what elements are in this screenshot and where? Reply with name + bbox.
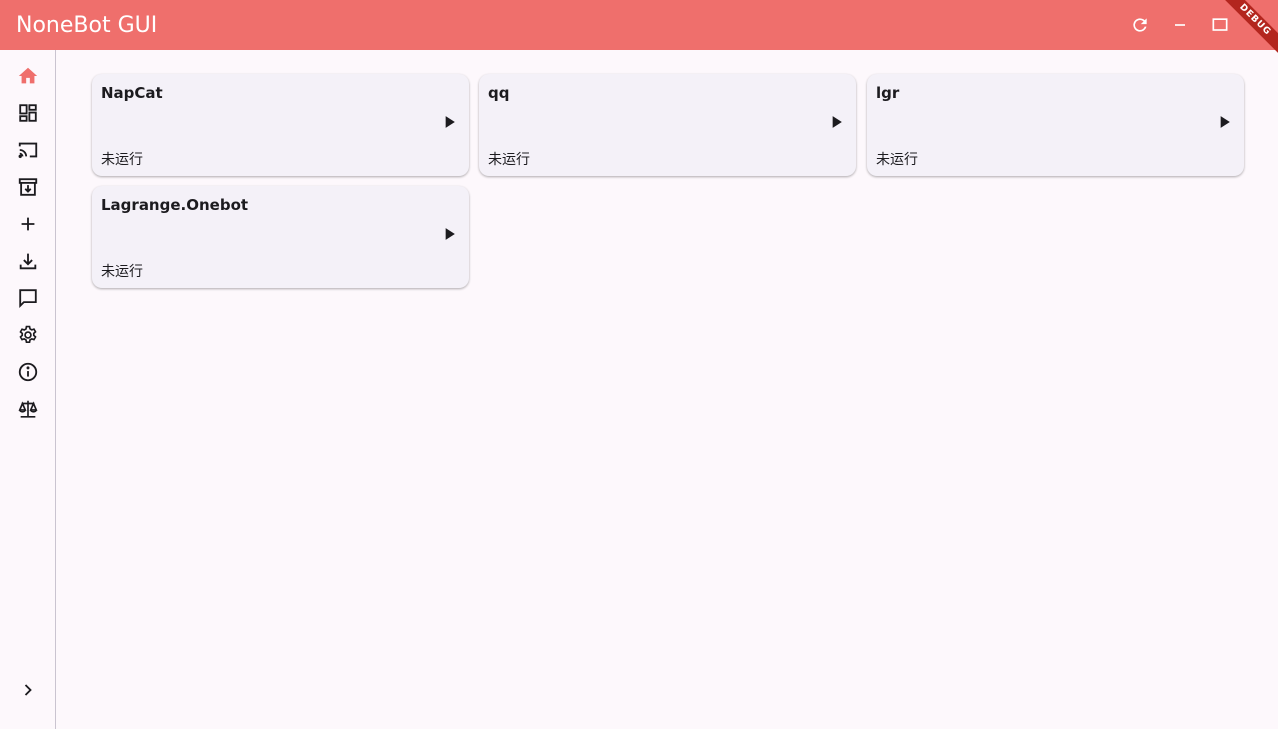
play-icon (445, 228, 455, 240)
chevron-right-icon (24, 684, 32, 696)
app-title: NoneBot GUI (16, 13, 158, 38)
bot-name: qq (488, 84, 510, 102)
app-window: NoneBot GUI DEBUG NapCat 未运行 qq 未运行 lgr … (0, 0, 1278, 729)
add-icon (21, 217, 35, 231)
info-icon (18, 362, 38, 382)
maximize-icon (1212, 18, 1228, 31)
minimize-button[interactable] (1168, 13, 1192, 37)
nav-item-cast[interactable] (15, 137, 41, 163)
refresh-button[interactable] (1128, 13, 1152, 37)
bot-name: NapCat (101, 84, 163, 102)
cast-icon (18, 142, 38, 159)
bot-status: 未运行 (101, 263, 143, 279)
nav-item-settings[interactable] (15, 322, 41, 348)
title-bar: NoneBot GUI DEBUG (0, 0, 1278, 57)
navigation-rail (0, 50, 56, 729)
start-bot-button[interactable] (438, 223, 460, 245)
bot-card-napcat[interactable]: NapCat 未运行 (92, 74, 469, 176)
chat-icon (19, 289, 37, 309)
bot-name: lgr (876, 84, 900, 102)
minimize-icon (1175, 24, 1185, 26)
start-bot-button[interactable] (825, 111, 847, 133)
settings-icon (19, 325, 37, 343)
dashboard-icon (19, 104, 37, 122)
nav-item-chat[interactable] (15, 285, 41, 311)
nav-item-about[interactable] (15, 359, 41, 385)
balance-icon (18, 400, 38, 418)
play-icon (832, 116, 842, 128)
bot-list: NapCat 未运行 qq 未运行 lgr 未运行 Lagrange.Onebo… (57, 50, 1278, 729)
refresh-icon (1133, 18, 1147, 32)
nav-item-download[interactable] (15, 248, 41, 274)
start-bot-button[interactable] (438, 111, 460, 133)
play-icon (445, 116, 455, 128)
archive-download-icon (18, 178, 38, 196)
nav-item-dashboard[interactable] (15, 100, 41, 126)
home-icon (18, 67, 38, 84)
bot-status: 未运行 (101, 151, 143, 167)
start-bot-button[interactable] (1213, 111, 1235, 133)
nav-item-home[interactable] (15, 63, 41, 89)
bot-name: Lagrange.Onebot (101, 196, 249, 214)
bot-card-qq[interactable]: qq 未运行 (479, 74, 856, 176)
nav-item-create[interactable] (15, 211, 41, 237)
nav-item-packages[interactable] (15, 174, 41, 200)
play-icon (1220, 116, 1230, 128)
nav-item-license[interactable] (15, 396, 41, 422)
bot-status: 未运行 (488, 151, 530, 167)
maximize-button[interactable] (1208, 13, 1232, 37)
bot-status: 未运行 (876, 151, 918, 167)
bot-card-lagrange-onebot[interactable]: Lagrange.Onebot 未运行 (92, 186, 469, 288)
download-icon (19, 253, 37, 270)
bot-card-lgr[interactable]: lgr 未运行 (867, 74, 1244, 176)
expand-sidebar-button[interactable] (17, 679, 39, 701)
